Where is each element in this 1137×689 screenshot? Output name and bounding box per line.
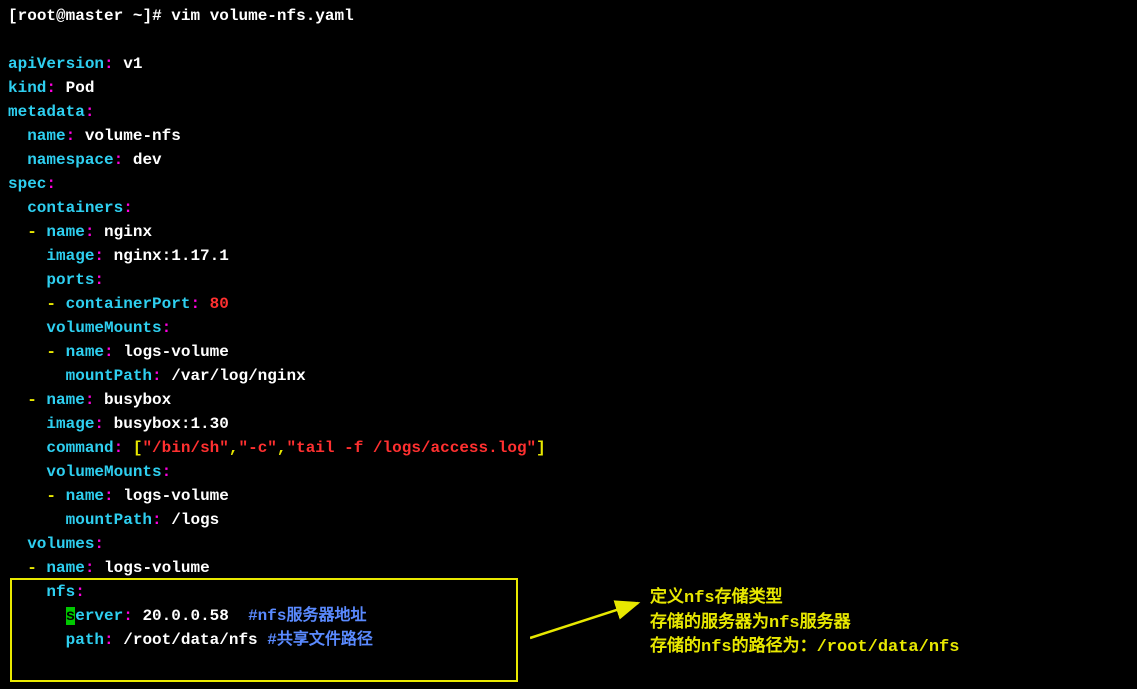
yaml-c2-command: command: ["/bin/sh","-c","tail -f /logs/…	[8, 436, 1129, 460]
prompt-user: root	[18, 7, 56, 25]
yaml-c1-volumemounts: volumeMounts:	[8, 316, 1129, 340]
yaml-blank	[8, 28, 1129, 52]
yaml-kind: kind: Pod	[8, 76, 1129, 100]
yaml-metadata: metadata:	[8, 100, 1129, 124]
yaml-c1-mount-name: - name: logs-volume	[8, 340, 1129, 364]
yaml-c2-mount-name: - name: logs-volume	[8, 484, 1129, 508]
annotation-text: 定义nfs存储类型 存储的服务器为nfs服务器 存储的nfs的路径为：/root…	[650, 587, 959, 661]
yaml-metadata-name: name: volume-nfs	[8, 124, 1129, 148]
annotation-line2: 存储的服务器为nfs服务器	[650, 612, 959, 637]
yaml-vol-path: path: /root/data/nfs #共享文件路径	[8, 628, 1129, 652]
yaml-containers: containers:	[8, 196, 1129, 220]
yaml-apiversion: apiVersion: v1	[8, 52, 1129, 76]
annotation-line1: 定义nfs存储类型	[650, 587, 959, 612]
yaml-c2-volumemounts: volumeMounts:	[8, 460, 1129, 484]
annotation-line3: 存储的nfs的路径为：/root/data/nfs	[650, 636, 959, 661]
yaml-c1-mount-path: mountPath: /var/log/nginx	[8, 364, 1129, 388]
prompt-command: vim volume-nfs.yaml	[171, 7, 353, 25]
yaml-c1-image: image: nginx:1.17.1	[8, 244, 1129, 268]
yaml-vol-server: server: 20.0.0.58 #nfs服务器地址	[8, 604, 1129, 628]
cursor-position: s	[66, 607, 76, 625]
yaml-c1-ports: ports:	[8, 268, 1129, 292]
yaml-vol-name: - name: logs-volume	[8, 556, 1129, 580]
yaml-c1-name: - name: nginx	[8, 220, 1129, 244]
yaml-c1-containerport: - containerPort: 80	[8, 292, 1129, 316]
prompt-host: master	[66, 7, 124, 25]
yaml-spec: spec:	[8, 172, 1129, 196]
yaml-c2-image: image: busybox:1.30	[8, 412, 1129, 436]
yaml-metadata-namespace: namespace: dev	[8, 148, 1129, 172]
shell-prompt[interactable]: [root@master ~]# vim volume-nfs.yaml	[8, 4, 1129, 28]
yaml-c2-mount-path: mountPath: /logs	[8, 508, 1129, 532]
yaml-c2-name: - name: busybox	[8, 388, 1129, 412]
yaml-volumes: volumes:	[8, 532, 1129, 556]
yaml-vol-nfs: nfs:	[8, 580, 1129, 604]
prompt-dir: ~	[133, 7, 143, 25]
prompt-symbol: #	[152, 7, 162, 25]
